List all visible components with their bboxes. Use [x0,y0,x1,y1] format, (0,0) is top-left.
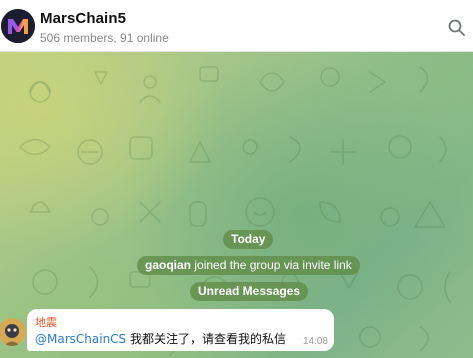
chat-title[interactable]: MarsChain5 [40,10,126,27]
unread-messages-label: Unread Messages [198,284,301,298]
member-count: 506 members, 91 online [40,31,169,45]
mention-link[interactable]: @MarsChainCS [35,332,126,346]
message-time: 14:08 [302,336,328,347]
search-icon[interactable] [447,18,467,38]
joined-user-name[interactable]: gaoqian [145,258,191,272]
service-message: gaoqian joined the group via invite link [137,256,360,275]
date-separator: Today [223,230,274,249]
group-avatar[interactable] [1,9,35,43]
service-message-text: joined the group via invite link [194,258,352,272]
sender-name[interactable]: 地震 [35,314,57,330]
chat-header: MarsChain5 506 members, 91 online [0,0,473,52]
marschain-logo-icon [1,9,35,43]
message-body: 我都关注了，请查看我的私信 [130,332,287,346]
unread-messages-separator: Unread Messages [190,282,309,301]
date-separator-label: Today [231,232,266,246]
message-text: @MarsChainCS 我都关注了，请查看我的私信 [35,330,286,347]
message-bubble[interactable]: 地震 @MarsChainCS 我都关注了，请查看我的私信 14:08 [27,309,334,351]
